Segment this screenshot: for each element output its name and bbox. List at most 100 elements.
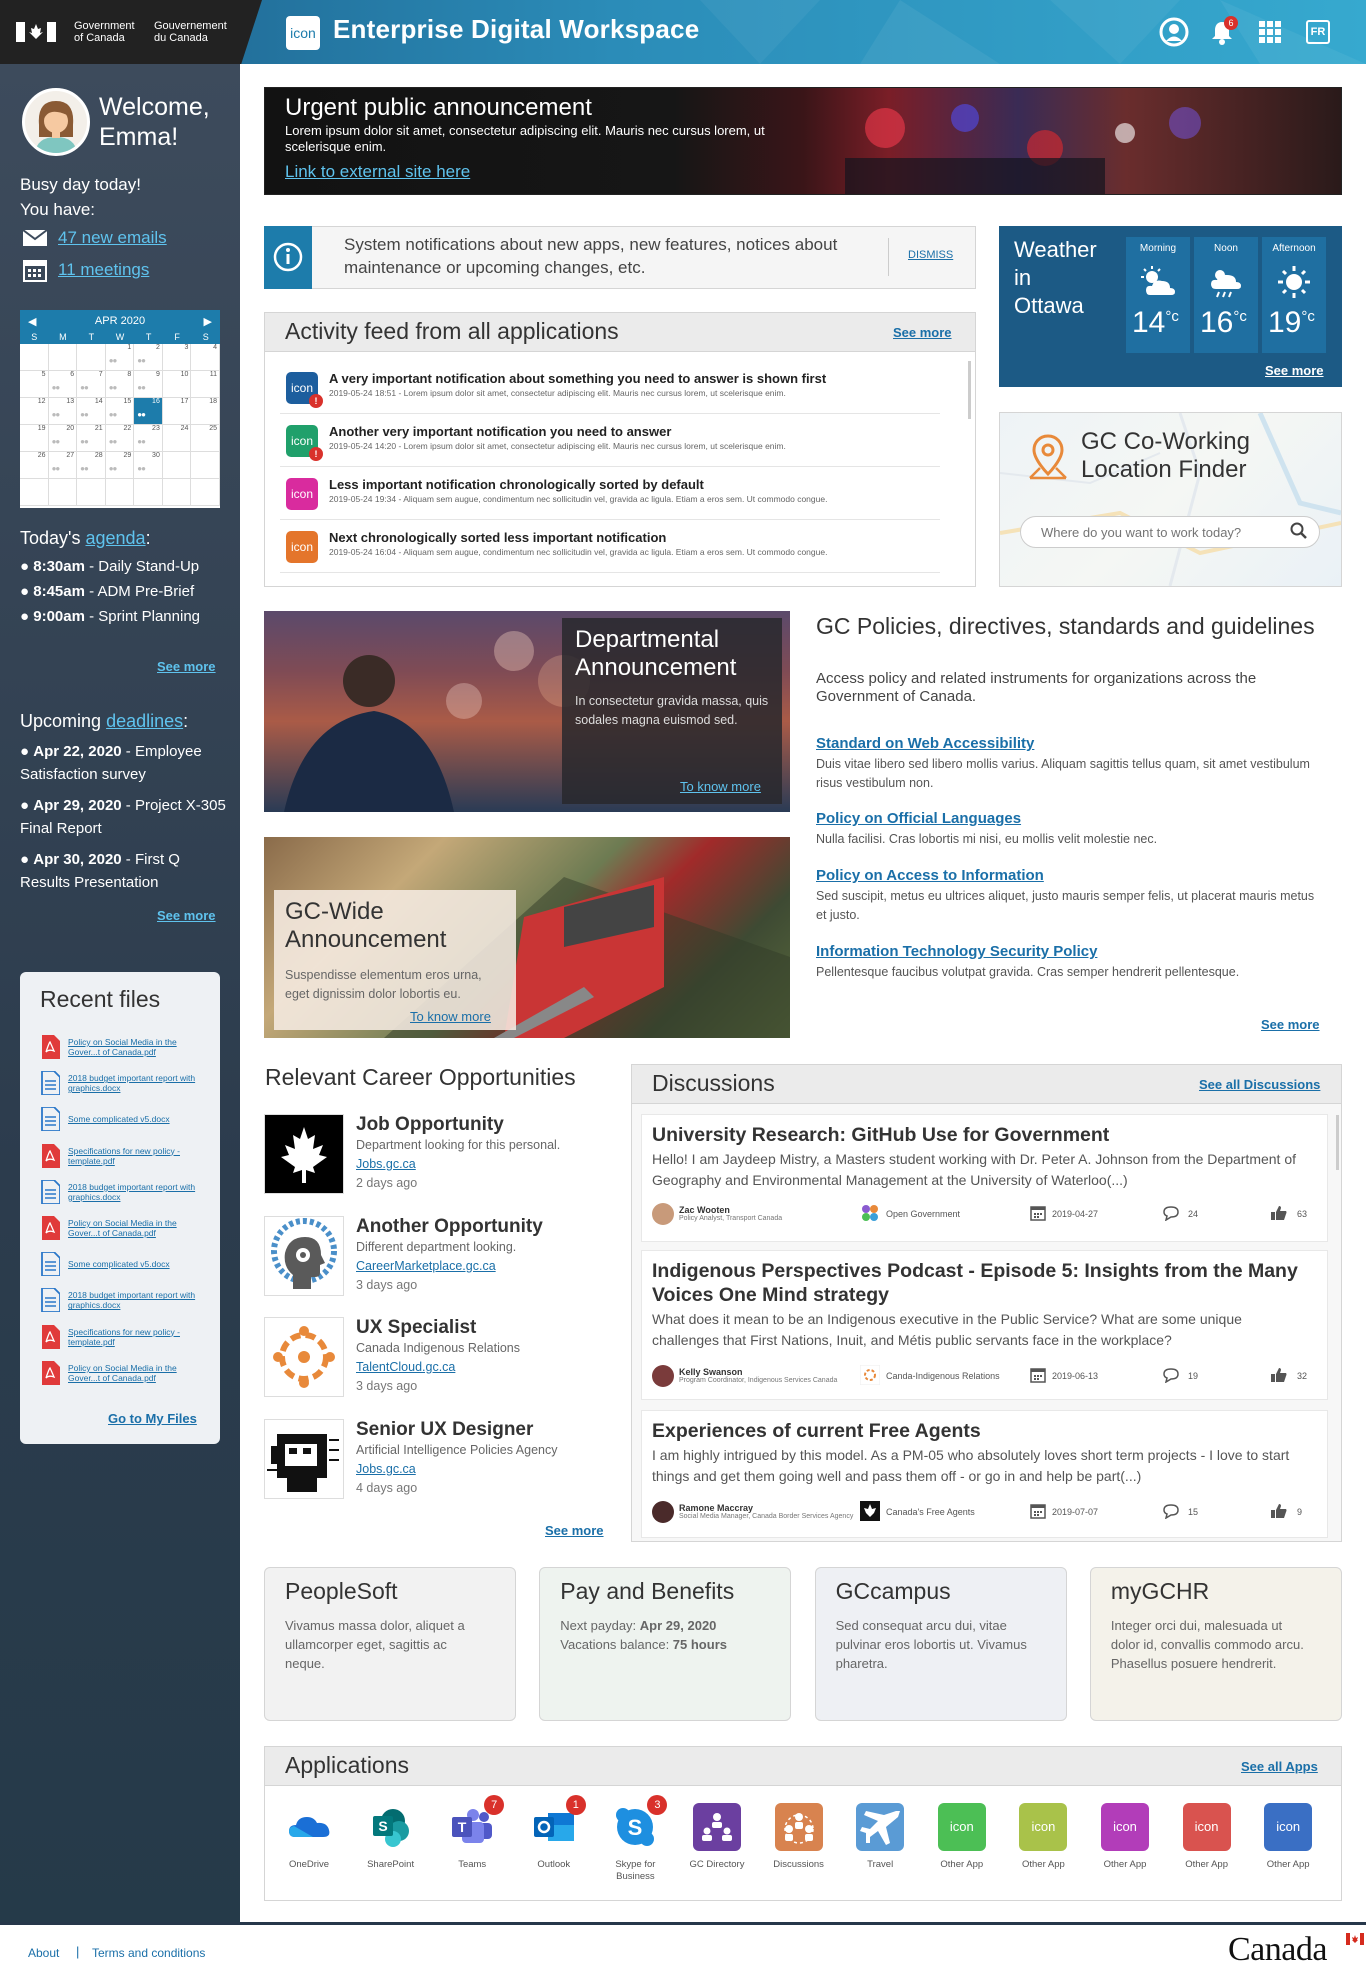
job-link[interactable]: CareerMarketplace.gc.ca [356, 1259, 496, 1273]
policies-see-more[interactable]: See more [1261, 1017, 1320, 1032]
avatar[interactable] [22, 88, 90, 156]
app-launcher[interactable]: icon Other App [1172, 1803, 1242, 1871]
feed-item[interactable]: icon Less important notification chronolo… [280, 470, 940, 520]
recent-file-item[interactable]: Policy on Social Media in the Gover...t … [40, 1033, 210, 1061]
app-launcher[interactable]: S 3 Skype for Business [600, 1795, 670, 1883]
deadlines-see-more[interactable]: See more [157, 908, 216, 923]
agenda-item[interactable]: ● 8:45am - ADM Pre-Brief [20, 580, 230, 603]
calendar-day[interactable]: 13 ●● [48, 398, 78, 425]
go-to-my-files-link[interactable]: Go to My Files [108, 1411, 197, 1426]
service-tile[interactable]: GCcampus Sed consequat arcu dui, vitae pu… [814, 1567, 1067, 1721]
calendar-day[interactable]: 2 ●● [134, 344, 163, 371]
recent-file-item[interactable]: 2018 budget important report with graphi… [40, 1178, 210, 1206]
terms-link[interactable]: Terms and conditions [92, 1946, 205, 1960]
calendar-day[interactable]: 6 ●● [48, 371, 78, 398]
discussions-scrollbar[interactable] [1336, 1115, 1339, 1170]
recent-file-item[interactable]: Policy on Social Media in the Gover...t … [40, 1214, 210, 1242]
search-icon[interactable] [1289, 521, 1309, 541]
app-grid-icon[interactable] [1254, 16, 1286, 48]
job-card[interactable]: Another Opportunity Different department … [264, 1215, 594, 1298]
discussion-card[interactable]: Indigenous Perspectives Podcast - Episod… [641, 1250, 1328, 1400]
comment-icon[interactable] [1162, 1367, 1180, 1383]
author-name[interactable]: Zac Wooten [679, 1205, 730, 1215]
calendar-day[interactable]: 30 ●● [134, 452, 163, 479]
feed-item[interactable]: icon Next chronologically sorted less imp… [280, 523, 940, 573]
feed-scrollbar[interactable] [968, 361, 971, 419]
policy-link[interactable]: Policy on Access to Information [816, 867, 1044, 884]
calendar-day[interactable]: 11 [191, 371, 220, 398]
author-avatar[interactable] [652, 1203, 674, 1225]
discussion-title[interactable]: University Research: GitHub Use for Gove… [652, 1123, 1312, 1147]
calendar-day[interactable]: 22 ●● [105, 425, 135, 452]
weather-see-more[interactable]: See more [1265, 363, 1324, 378]
agenda-item[interactable]: ● 8:30am - Daily Stand-Up [20, 555, 230, 578]
calendar-day[interactable]: 28 ●● [77, 452, 106, 479]
calendar-day[interactable]: 8 ●● [105, 371, 135, 398]
discussions-see-all[interactable]: See all Discussions [1199, 1077, 1320, 1092]
calendar-day[interactable]: 15 ●● [105, 398, 135, 425]
calendar-next-icon[interactable]: ▶ [204, 315, 212, 328]
calendar-day[interactable]: 7 ●● [77, 371, 106, 398]
author-name[interactable]: Ramone Maccray [679, 1503, 753, 1513]
gc-signature[interactable]: Government of Canada Gouvernement du Canad… [0, 0, 240, 64]
job-card[interactable]: UX Specialist Canada Indigenous Relations… [264, 1317, 594, 1399]
recent-file-item[interactable]: 2018 budget important report with graphi… [40, 1069, 210, 1097]
thumbs-up-icon[interactable] [1270, 1205, 1288, 1221]
app-launcher[interactable]: OneDrive [274, 1803, 344, 1871]
app-launcher[interactable]: T 7 Teams [437, 1795, 507, 1871]
departmental-know-more-link[interactable]: To know more [680, 779, 761, 794]
recent-file-item[interactable]: Specifications for new policy - template… [40, 1142, 210, 1170]
app-launcher[interactable]: Travel [845, 1803, 915, 1871]
policy-link[interactable]: Information Technology Security Policy [816, 943, 1097, 960]
app-launcher[interactable]: icon Other App [1008, 1803, 1078, 1871]
calendar-day[interactable]: 25 [191, 425, 220, 452]
recent-file-item[interactable]: Some complicated v5.docx [40, 1105, 210, 1133]
feed-item[interactable]: icon! A very important notification about… [280, 364, 940, 414]
agenda-see-more[interactable]: See more [157, 659, 216, 674]
policy-link[interactable]: Standard on Web Accessibility [816, 735, 1034, 752]
recent-file-item[interactable]: Specifications for new policy - template… [40, 1323, 210, 1351]
discussion-card[interactable]: Experiences of current Free Agents I am h… [641, 1410, 1328, 1538]
feed-item[interactable]: icon! Another very important notification… [280, 417, 940, 467]
emails-link[interactable]: 47 new emails [58, 228, 167, 248]
app-launcher[interactable]: GC Directory [682, 1803, 752, 1871]
comment-icon[interactable] [1162, 1503, 1180, 1519]
app-launcher[interactable]: icon Other App [1253, 1803, 1323, 1871]
job-card[interactable]: Job Opportunity Department looking for th… [264, 1114, 594, 1196]
job-link[interactable]: TalentCloud.gc.ca [356, 1360, 455, 1374]
agenda-link[interactable]: agenda [85, 528, 145, 548]
recent-file-item[interactable]: Some complicated v5.docx [40, 1250, 210, 1278]
app-launcher[interactable]: 1 Outlook [519, 1795, 589, 1871]
author-avatar[interactable] [652, 1501, 674, 1523]
calendar-day[interactable]: 4 [191, 344, 220, 371]
calendar-day[interactable]: 14 ●● [77, 398, 106, 425]
author-name[interactable]: Kelly Swanson [679, 1367, 743, 1377]
deadline-item[interactable]: ● Apr 22, 2020 - Employee Satisfaction s… [20, 740, 230, 786]
policy-link[interactable]: Policy on Official Languages [816, 810, 1021, 827]
calendar-day[interactable]: 29 ●● [105, 452, 135, 479]
calendar-day[interactable]: 23 ●● [134, 425, 163, 452]
calendar-day[interactable]: 19 [20, 425, 49, 452]
calendar-day[interactable]: 16 ●● [134, 398, 163, 425]
user-profile-icon[interactable] [1158, 16, 1190, 48]
agenda-item[interactable]: ● 9:00am - Sprint Planning [20, 605, 230, 628]
calendar-day[interactable]: 5 [20, 371, 49, 398]
calendar-day[interactable]: 9 ●● [134, 371, 163, 398]
calendar-day[interactable]: 27 ●● [48, 452, 78, 479]
calendar-day[interactable]: 12 [20, 398, 49, 425]
discussion-group[interactable]: Open Government [886, 1209, 960, 1219]
job-link[interactable]: Jobs.gc.ca [356, 1157, 416, 1171]
calendar-day[interactable]: 21 ●● [77, 425, 106, 452]
activity-feed-see-more[interactable]: See more [893, 325, 952, 340]
job-link[interactable]: Jobs.gc.ca [356, 1462, 416, 1476]
discussion-group[interactable]: Canada's Free Agents [886, 1507, 975, 1517]
calendar-day[interactable]: 26 [20, 452, 49, 479]
calendar-day[interactable]: 1 ●● [105, 344, 135, 371]
calendar-day[interactable]: 18 [191, 398, 220, 425]
calendar-day[interactable]: 20 ●● [48, 425, 78, 452]
app-launcher[interactable]: icon Other App [927, 1803, 997, 1871]
about-link[interactable]: About [28, 1946, 59, 1960]
calendar-day[interactable]: 10 [162, 371, 192, 398]
discussion-group[interactable]: Canda-Indigenous Relations [886, 1371, 1000, 1381]
thumbs-up-icon[interactable] [1270, 1503, 1288, 1519]
